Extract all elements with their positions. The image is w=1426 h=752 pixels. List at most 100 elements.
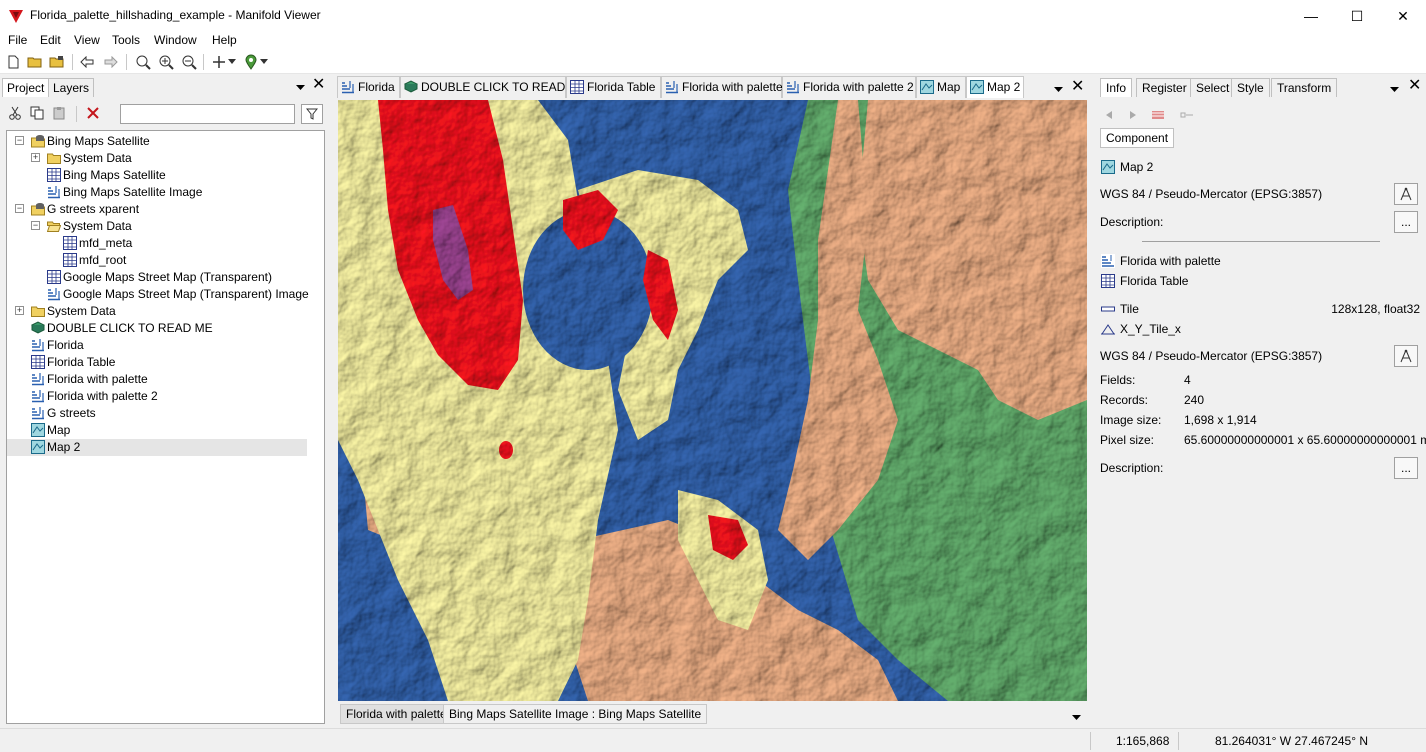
zoom-in-icon <box>159 55 174 70</box>
menu-edit[interactable]: Edit <box>40 33 61 47</box>
selection-mode-button[interactable] <box>1152 108 1166 119</box>
doc-tab[interactable]: Map 2 <box>966 76 1024 98</box>
dropdown-arrow-icon <box>1390 87 1399 92</box>
menu-window[interactable]: Window <box>154 33 197 47</box>
layer-tab-florida-with-palette[interactable]: Florida with palette <box>340 704 453 724</box>
layer-florida-with-palette[interactable]: Florida with palette <box>1120 254 1221 268</box>
dropdown-arrow-icon <box>228 59 236 64</box>
tree-item[interactable]: − Bing Maps Satellite <box>7 133 324 150</box>
tab-layers[interactable]: Layers <box>48 78 95 97</box>
map-icon <box>970 80 984 94</box>
tree-item[interactable]: Florida with palette 2 <box>7 388 324 405</box>
locate-dropdown-button[interactable] <box>258 53 270 71</box>
panel-close-button[interactable]: ✕ <box>312 76 328 94</box>
info-panel-menu-button[interactable] <box>1390 82 1400 92</box>
expand-icon[interactable]: + <box>15 306 24 315</box>
prop-fields-label: Fields: <box>1100 373 1136 387</box>
tree-item[interactable]: − G streets xparent <box>7 201 324 218</box>
tab-select[interactable]: Select <box>1190 78 1236 97</box>
map-scale[interactable]: 1:165,868 <box>1116 734 1169 748</box>
tree-item[interactable]: Florida with palette <box>7 371 324 388</box>
doc-tab[interactable]: Florida <box>337 76 400 98</box>
tree-item[interactable]: G streets <box>7 405 324 422</box>
layer-tab-bing-satellite[interactable]: Bing Maps Satellite Image : Bing Maps Sa… <box>443 704 708 724</box>
doc-tab[interactable]: Map <box>916 76 966 98</box>
doc-tab[interactable]: Florida with palette <box>661 76 783 98</box>
tree-item[interactable]: Bing Maps Satellite Image <box>7 184 324 201</box>
tree-item[interactable]: mfd_root <box>7 252 324 269</box>
next-record-button[interactable] <box>1130 108 1140 119</box>
open-data-button[interactable] <box>48 53 66 71</box>
minimize-button[interactable]: — <box>1288 0 1334 32</box>
project-filter-input[interactable] <box>120 104 295 124</box>
doc-tab[interactable]: Florida Table <box>566 76 661 98</box>
zoom-fit-button[interactable] <box>134 53 152 71</box>
tree-item[interactable]: Google Maps Street Map (Transparent) <box>7 269 324 286</box>
tree-item[interactable]: + System Data <box>7 303 324 320</box>
copy-button[interactable] <box>28 104 46 122</box>
unlink-button[interactable] <box>1180 108 1194 118</box>
expand-icon[interactable]: + <box>31 153 40 162</box>
table-crs: WGS 84 / Pseudo-Mercator (EPSG:3857) <box>1100 349 1323 363</box>
cut-button[interactable] <box>6 104 24 122</box>
menu-tools[interactable]: Tools <box>112 33 140 47</box>
paste-button[interactable] <box>50 104 68 122</box>
table-icon <box>63 236 77 250</box>
dropdown-arrow-icon <box>260 59 268 64</box>
tree-item[interactable]: Florida <box>7 337 324 354</box>
tab-project[interactable]: Project <box>2 78 50 97</box>
tree-item[interactable]: Florida Table <box>7 354 324 371</box>
menu-file[interactable]: File <box>8 33 27 47</box>
doc-close-button[interactable]: ✕ <box>1071 76 1087 98</box>
panel-menu-button[interactable] <box>296 80 306 90</box>
tree-item[interactable]: Bing Maps Satellite <box>7 167 324 184</box>
tree-item[interactable]: − System Data <box>7 218 324 235</box>
add-dropdown-button[interactable] <box>226 53 238 71</box>
doc-tab[interactable]: DOUBLE CLICK TO READ ME <box>400 76 587 98</box>
menu-view[interactable]: View <box>74 33 100 47</box>
table-crs-button[interactable] <box>1394 345 1418 367</box>
collapse-icon[interactable]: − <box>15 136 24 145</box>
new-button[interactable] <box>4 53 22 71</box>
map-icon <box>1101 160 1115 174</box>
separator <box>1142 241 1380 242</box>
info-panel-close-button[interactable]: ✕ <box>1408 76 1424 96</box>
map-view[interactable] <box>338 100 1087 701</box>
component-crs: WGS 84 / Pseudo-Mercator (EPSG:3857) <box>1100 187 1323 201</box>
delete-button[interactable] <box>84 104 102 122</box>
doc-tab[interactable]: Florida with palette 2 <box>782 76 916 98</box>
filter-button[interactable] <box>301 104 323 124</box>
prev-record-button[interactable] <box>1106 108 1116 119</box>
description-edit-button[interactable]: ... <box>1394 211 1418 233</box>
table-icon <box>31 355 45 369</box>
tree-item[interactable]: Map 2 <box>7 439 307 456</box>
triangle-right-icon <box>1130 111 1136 119</box>
tree-item[interactable]: mfd_meta <box>7 235 324 252</box>
maximize-button[interactable]: ☐ <box>1334 0 1380 32</box>
doc-tabs-menu-button[interactable] <box>1054 82 1064 92</box>
tab-transform[interactable]: Transform <box>1271 78 1338 97</box>
layer-florida-table[interactable]: Florida Table <box>1120 274 1188 288</box>
triangle-left-icon <box>1106 111 1112 119</box>
menu-bar: File Edit View Tools Window Help <box>0 32 1426 50</box>
zoom-out-button[interactable] <box>180 53 198 71</box>
tree-item[interactable]: Google Maps Street Map (Transparent) Ima… <box>7 286 324 303</box>
tab-register[interactable]: Register <box>1136 78 1193 97</box>
collapse-icon[interactable]: − <box>31 221 40 230</box>
close-button[interactable]: ✕ <box>1380 0 1426 32</box>
tree-item[interactable]: + System Data <box>7 150 324 167</box>
layer-tabs-dropdown-button[interactable] <box>1072 710 1082 720</box>
tab-style[interactable]: Style <box>1231 78 1270 97</box>
tab-info[interactable]: Info <box>1100 78 1133 97</box>
open-button[interactable] <box>26 53 44 71</box>
forward-button[interactable] <box>102 53 120 71</box>
zoom-in-button[interactable] <box>157 53 175 71</box>
back-button[interactable] <box>78 53 96 71</box>
tree-item[interactable]: DOUBLE CLICK TO READ ME <box>7 320 324 337</box>
menu-help[interactable]: Help <box>212 33 237 47</box>
component-tab[interactable]: Component <box>1100 128 1175 148</box>
tree-item[interactable]: Map <box>7 422 324 439</box>
description2-edit-button[interactable]: ... <box>1394 457 1418 479</box>
collapse-icon[interactable]: − <box>15 204 24 213</box>
crs-button[interactable] <box>1394 183 1418 205</box>
